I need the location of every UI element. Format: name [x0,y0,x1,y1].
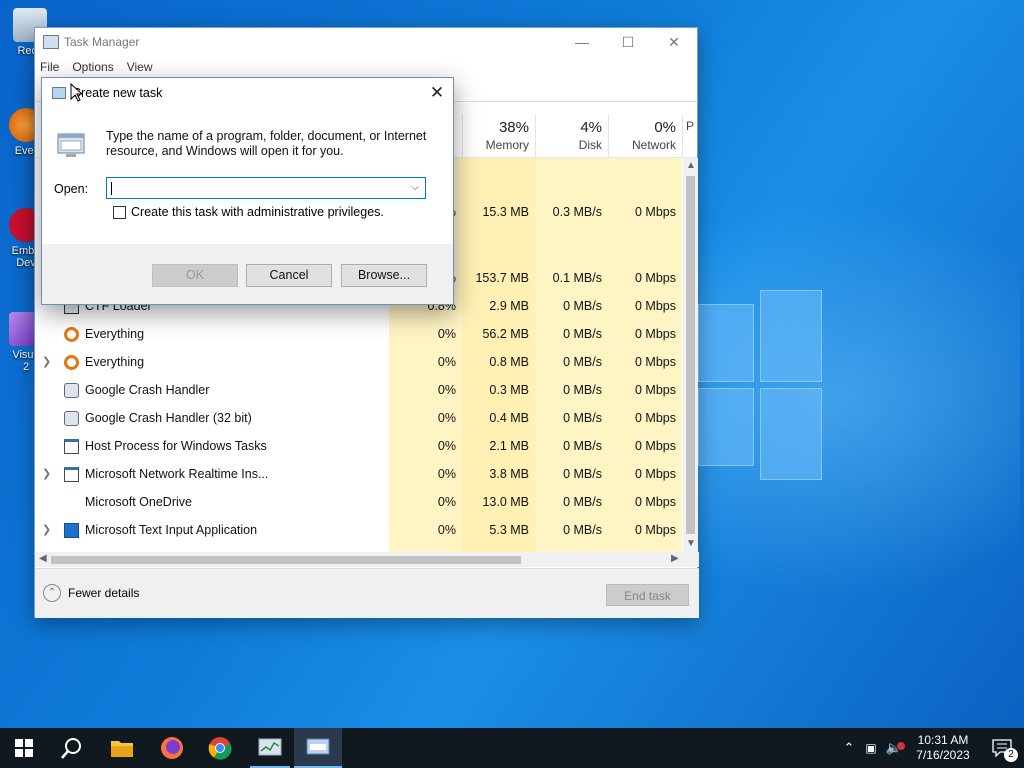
expand-chevron-icon[interactable]: ❯ [42,460,51,488]
table-row[interactable]: ❯ Microsoft Text Input Application 0% 5.… [35,516,683,544]
search-icon [61,738,81,759]
end-task-button[interactable]: End task [606,584,689,606]
start-button[interactable] [0,728,48,768]
expand-chevron-icon[interactable]: ❯ [42,516,51,544]
table-row[interactable]: Host Process for Windows Tasks 0% 2.1 MB… [35,432,683,460]
taskbar-run-dialog[interactable] [294,728,342,768]
table-row[interactable]: Microsoft OneDrive 0% 13.0 MB 0 MB/s 0 M… [35,488,683,516]
search-button[interactable] [48,728,96,768]
create-new-task-dialog: Create new task ✕ Type the name of a pro… [41,77,454,305]
cancel-button[interactable]: Cancel [246,264,332,287]
menu-view[interactable]: View [127,60,153,74]
dialog-button-bar: OK Cancel Browse... [42,244,453,304]
expand-chevron-icon[interactable]: ❯ [42,348,51,376]
network-icon[interactable]: ▣ [860,741,882,755]
clock[interactable]: 10:31 AM 7/16/2023 [906,733,980,763]
table-row[interactable]: ❯ Microsoft Network Realtime Ins... 0% 3… [35,460,683,488]
table-row[interactable]: Everything 0% 56.2 MB 0 MB/s 0 Mbps [35,320,683,348]
ok-button[interactable]: OK [152,264,238,287]
vertical-scroll-thumb[interactable] [686,176,695,534]
column-header-network[interactable]: 0% Network [608,114,682,158]
chevron-up-icon: ⌃ [43,584,61,602]
firefox-icon [161,737,183,759]
action-center-button[interactable]: 2 [980,728,1024,768]
scroll-up-icon[interactable]: ▲ [686,160,696,171]
table-row[interactable]: Google Crash Handler 0% 0.3 MB 0 MB/s 0 … [35,376,683,404]
taskbar-firefox[interactable] [148,728,196,768]
column-header-power[interactable]: P [682,114,698,158]
task-manager-footer: ⌃ Fewer details End task [35,568,699,618]
dialog-close-button[interactable]: ✕ [421,78,453,108]
close-button[interactable]: ✕ [651,28,697,56]
scroll-right-icon[interactable]: ▶ [671,553,679,564]
everything-search-icon [64,327,79,342]
vertical-scrollbar[interactable]: ▲ ▼ [683,158,698,552]
task-manager-title: Task Manager [64,35,140,49]
dialog-description: Type the name of a program, folder, docu… [106,129,427,158]
taskbar: ⌃ ▣ 🔈 10:31 AM 7/16/2023 2 [0,728,1024,768]
column-header-disk[interactable]: 4% Disk [535,114,608,158]
task-manager-icon [258,738,282,756]
windows-logo-wallpaper [698,290,822,480]
taskbar-file-explorer[interactable] [98,728,146,768]
taskbar-chrome[interactable] [196,728,244,768]
text-caret [111,182,112,195]
admin-privileges-checkbox[interactable]: Create this task with administrative pri… [113,205,384,219]
clock-date: 7/16/2023 [916,748,970,762]
dialog-titlebar[interactable]: Create new task [42,78,453,108]
maximize-button[interactable]: ☐ [605,28,651,56]
volume-muted-icon[interactable]: 🔈 [882,740,906,756]
clock-time: 10:31 AM [917,733,969,747]
task-manager-app-icon [43,35,59,49]
browse-button[interactable]: Browse... [341,264,427,287]
network-realtime-icon [64,467,79,482]
menu-file[interactable]: File [40,60,59,74]
horizontal-scroll-thumb[interactable] [51,556,521,564]
table-row[interactable]: Google Crash Handler (32 bit) 0% 0.4 MB … [35,404,683,432]
run-dialog-icon [52,87,66,99]
scroll-down-icon[interactable]: ▼ [686,538,696,549]
run-dialog-taskbar-icon [306,738,330,755]
task-manager-menubar: File Options View [35,56,697,78]
checkbox-box[interactable] [113,205,126,219]
show-hidden-icons-chevron-icon[interactable]: ⌃ [838,740,860,756]
google-crash-handler-icon [64,411,79,426]
minimize-button[interactable]: — [559,28,605,56]
open-label: Open: [54,182,89,196]
windows-start-icon [15,739,33,757]
taskbar-task-manager[interactable] [246,728,294,768]
system-tray: ⌃ ▣ 🔈 10:31 AM 7/16/2023 2 [838,728,1024,768]
text-input-app-icon [64,523,79,538]
admin-privileges-label: Create this task with administrative pri… [131,205,384,219]
chrome-icon [208,737,232,760]
dialog-title: Create new task [72,86,163,100]
fewer-details-button[interactable]: ⌃ Fewer details [43,584,139,602]
menu-options[interactable]: Options [72,60,113,74]
column-header-memory[interactable]: 38% Memory [462,114,535,158]
horizontal-scrollbar[interactable]: ◀ ▶ [35,552,699,567]
notification-count-badge: 2 [1004,748,1018,762]
google-crash-handler-icon [64,383,79,398]
scroll-left-icon[interactable]: ◀ [39,553,47,564]
table-row[interactable]: ❯ Everything 0% 0.8 MB 0 MB/s 0 Mbps [35,348,683,376]
everything-search-icon [64,355,79,370]
open-combobox[interactable]: ⌵ [106,177,426,199]
chevron-down-icon[interactable]: ⌵ [405,178,425,198]
mouse-cursor-icon [70,83,82,102]
folder-icon [111,741,133,757]
run-program-icon [57,133,85,157]
host-process-icon [64,439,79,454]
